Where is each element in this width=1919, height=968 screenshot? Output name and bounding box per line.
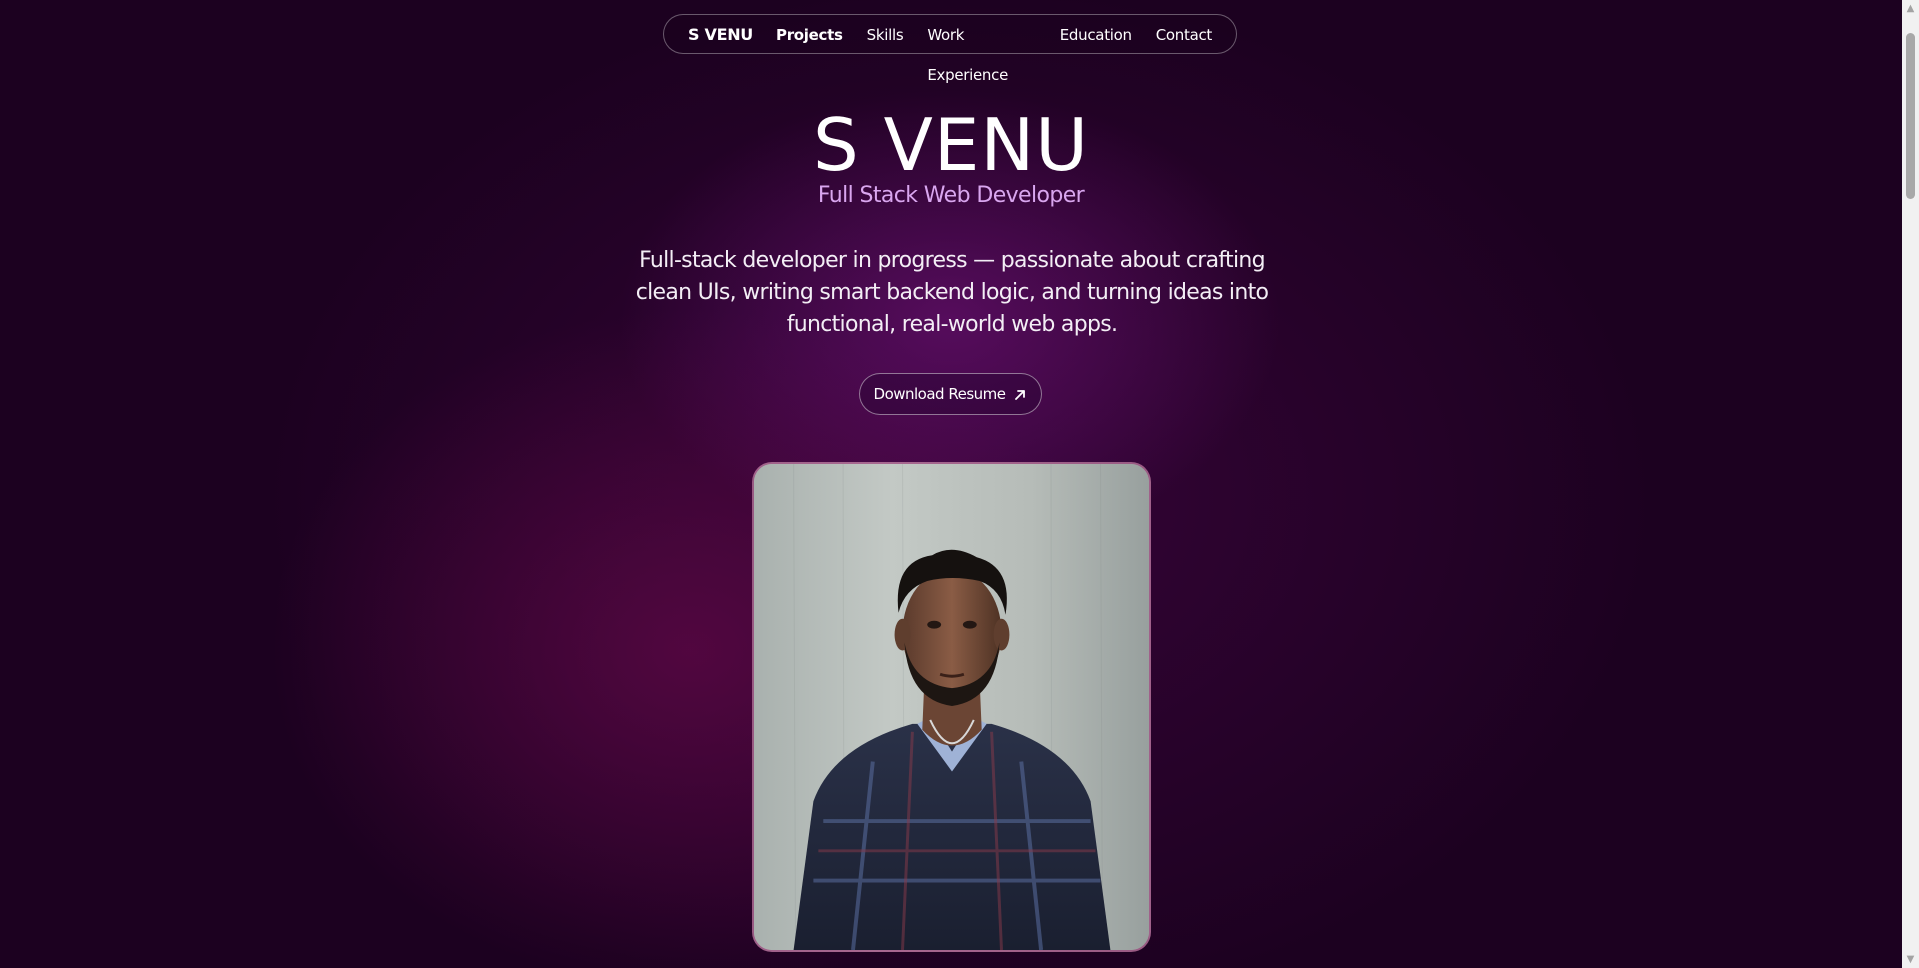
profile-photo xyxy=(752,462,1151,952)
nav-link-projects[interactable]: Projects xyxy=(776,15,843,95)
scrollbar-thumb[interactable] xyxy=(1906,33,1915,199)
nav-link-contact[interactable]: Contact xyxy=(1156,15,1213,95)
download-resume-label: Download Resume xyxy=(873,385,1006,403)
top-navbar: S VENU Projects Skills Work Experience E… xyxy=(663,14,1237,84)
scroll-down-arrow-icon[interactable]: ▼ xyxy=(1902,951,1919,968)
arrow-up-right-icon xyxy=(1013,387,1027,401)
hero-role: Full Stack Web Developer xyxy=(817,183,1085,208)
scroll-up-arrow-icon[interactable]: ▲ xyxy=(1902,0,1919,17)
page-viewport: S VENU Projects Skills Work Experience E… xyxy=(0,0,1902,968)
nav-link-skills[interactable]: Skills xyxy=(867,15,904,95)
vertical-scrollbar[interactable]: ▲ ▼ xyxy=(1902,0,1919,968)
nav-brand[interactable]: S VENU xyxy=(688,15,753,55)
download-resume-button[interactable]: Download Resume xyxy=(859,373,1042,415)
nav-link-education[interactable]: Education xyxy=(1060,15,1132,95)
hero-description: Full-stack developer in progress — passi… xyxy=(635,248,1269,337)
hero-name: S VENU xyxy=(813,103,1089,187)
nav-links: Projects Skills Work Experience Educatio… xyxy=(776,15,1236,95)
nav-link-work-experience[interactable]: Work Experience xyxy=(927,15,1035,95)
profile-photo-image xyxy=(754,464,1149,950)
